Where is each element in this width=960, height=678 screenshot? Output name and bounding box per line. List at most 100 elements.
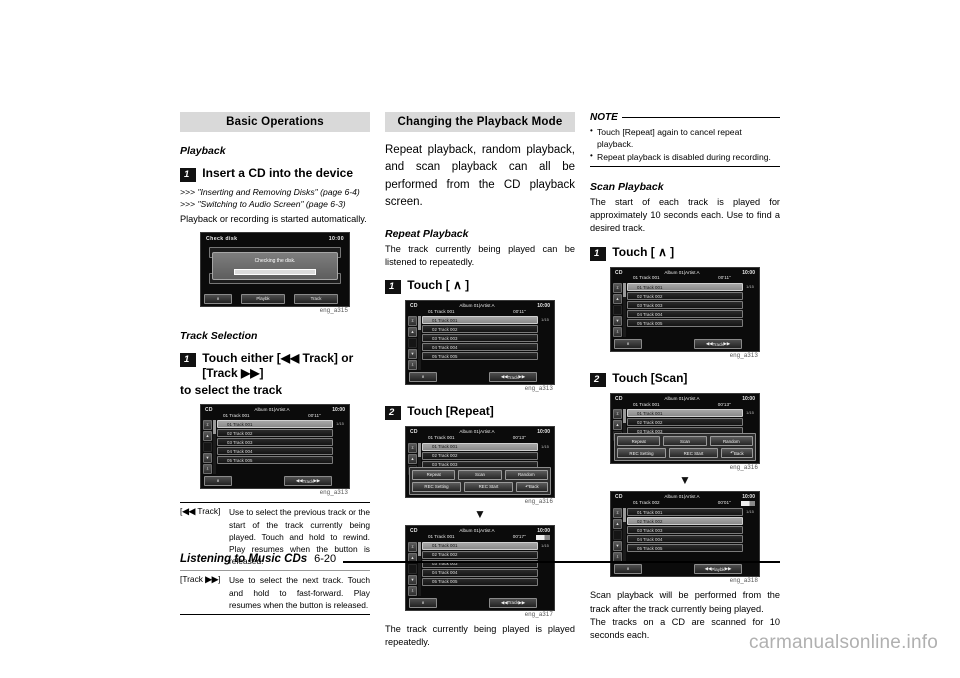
list-item: Repeat playback is disabled during recor… bbox=[590, 150, 780, 163]
list-item[interactable]: 05 Track 005 bbox=[422, 577, 538, 586]
scan-button[interactable]: Scan bbox=[663, 436, 707, 447]
back-button[interactable]: ↶ Back bbox=[516, 481, 548, 492]
list-item[interactable]: 04 Track 004 bbox=[217, 447, 333, 456]
list-item[interactable]: 03 Track 003 bbox=[627, 301, 743, 310]
list-item[interactable]: 05 Track 005 bbox=[422, 352, 538, 361]
list-item[interactable]: 02 Track 002 bbox=[217, 429, 333, 438]
up-button[interactable]: ∧ bbox=[614, 339, 642, 350]
scroll-top-button[interactable]: ⇫ bbox=[613, 409, 622, 420]
list-item[interactable]: 01 Track 001 bbox=[422, 316, 538, 325]
list-item[interactable]: 05 Track 005 bbox=[627, 544, 743, 553]
figure-caption: eng_a316 bbox=[524, 498, 553, 505]
scroll-top-button[interactable]: ⇫ bbox=[408, 316, 417, 327]
back-button[interactable]: ↶ Back bbox=[721, 448, 753, 459]
scroll-top-button[interactable]: ⇫ bbox=[408, 442, 417, 453]
playback-mode-panel: Repeat Scan Random REC Setting REC Start… bbox=[409, 466, 551, 495]
track-button[interactable]: Track bbox=[294, 293, 338, 304]
list-item[interactable]: 01 Track 001 bbox=[627, 508, 743, 517]
track-list: 01 Track 001 02 Track 002 03 Track 003 0… bbox=[627, 283, 743, 337]
playback-button[interactable]: ◀◀ Playbk ▶▶ bbox=[694, 564, 742, 575]
current-track-text: 01 Track 001 bbox=[633, 275, 660, 281]
screenshot-mode-menu-scan: CD Album 01|Artist A 01 Track 001 00’13’… bbox=[610, 393, 760, 471]
scroll-down-button[interactable]: ▼ bbox=[408, 574, 417, 585]
scroll-top-button[interactable]: ⇫ bbox=[203, 420, 212, 431]
scrollbar[interactable] bbox=[623, 283, 626, 338]
track-button[interactable]: ◀◀ Track ▶▶ bbox=[489, 597, 537, 608]
track-button[interactable]: ◀◀ Track ▶▶ bbox=[284, 476, 332, 487]
device-side-buttons: ⇫ ▲ ▼ ⇩ bbox=[408, 541, 417, 596]
list-item[interactable]: 01 Track 001 bbox=[217, 420, 333, 429]
list-item[interactable]: 05 Track 005 bbox=[627, 319, 743, 328]
list-item[interactable]: 02 Track 002 bbox=[627, 292, 743, 301]
device-screen-track-list: CD Album 01|Artist A 01 Track 001 00’11’… bbox=[200, 403, 350, 490]
list-item[interactable]: 04 Track 004 bbox=[627, 310, 743, 319]
scroll-up-button[interactable]: ▲ bbox=[613, 420, 622, 431]
scroll-top-button[interactable]: ⇫ bbox=[613, 283, 622, 294]
up-button[interactable]: ∧ bbox=[409, 597, 437, 608]
scroll-bottom-button[interactable]: ⇩ bbox=[203, 464, 212, 475]
scroll-down-button[interactable]: ▼ bbox=[613, 541, 622, 552]
rec-setting-button[interactable]: REC Setting bbox=[412, 481, 461, 492]
repeat-button[interactable]: Repeat bbox=[617, 436, 661, 447]
list-item[interactable]: 01 Track 001 bbox=[627, 409, 743, 418]
list-item[interactable]: 03 Track 003 bbox=[217, 438, 333, 447]
elapsed-time: 00’01’’ bbox=[717, 500, 731, 506]
random-button[interactable]: Random bbox=[709, 436, 753, 447]
list-item[interactable]: 01 Track 001 bbox=[422, 541, 538, 550]
step-number: 1 bbox=[385, 280, 402, 294]
scroll-up-button[interactable]: ▲ bbox=[408, 453, 417, 464]
list-item[interactable]: 02 Track 002 bbox=[422, 325, 538, 334]
step-number: 2 bbox=[590, 373, 607, 388]
scrollbar[interactable] bbox=[418, 541, 421, 596]
list-item[interactable]: 04 Track 004 bbox=[627, 535, 743, 544]
next-track-icon: ▶▶ bbox=[205, 574, 219, 585]
scroll-bottom-button[interactable]: ⇩ bbox=[408, 360, 417, 371]
up-button[interactable]: ∧ bbox=[614, 564, 642, 575]
rec-setting-button[interactable]: REC Setting bbox=[617, 448, 666, 459]
scroll-bottom-button[interactable]: ⇩ bbox=[408, 585, 417, 596]
repeat-button[interactable]: Repeat bbox=[412, 469, 456, 480]
list-item[interactable]: 02 Track 002 bbox=[627, 517, 743, 526]
list-item[interactable]: 01 Track 001 bbox=[627, 283, 743, 292]
scroll-down-button[interactable]: ▼ bbox=[203, 453, 212, 464]
list-item[interactable]: 04 Track 004 bbox=[422, 568, 538, 577]
list-item[interactable]: 03 Track 003 bbox=[627, 526, 743, 535]
scroll-up-button[interactable]: ▲ bbox=[613, 519, 622, 530]
scroll-up-button[interactable]: ▲ bbox=[613, 294, 622, 305]
scrollbar[interactable] bbox=[213, 420, 216, 475]
current-track-text: 01 Track 001 bbox=[428, 533, 455, 539]
scan-button[interactable]: Scan bbox=[458, 469, 502, 480]
scrollbar[interactable] bbox=[418, 316, 421, 371]
device-bottom-bar: ∧ ◀◀ Track ▶▶ bbox=[611, 338, 759, 351]
scroll-top-button[interactable]: ⇫ bbox=[613, 508, 622, 519]
scroll-up-button[interactable]: ▲ bbox=[203, 431, 212, 442]
device-clock-wrap: 10:00 bbox=[528, 528, 550, 540]
scroll-down-button[interactable]: ▼ bbox=[408, 349, 417, 360]
table-cell-key: [Track ▶▶] bbox=[180, 574, 221, 585]
track-button[interactable]: ◀◀ Track ▶▶ bbox=[489, 372, 537, 383]
list-item[interactable]: 04 Track 004 bbox=[422, 343, 538, 352]
device-header: CD Album 01|Artist A 01 Track 001 00’11’… bbox=[611, 268, 759, 282]
scroll-down-button[interactable]: ▼ bbox=[613, 316, 622, 327]
list-item[interactable]: 02 Track 002 bbox=[627, 418, 743, 427]
rec-start-button[interactable]: REC Start bbox=[464, 481, 513, 492]
track-list: 01 Track 001 02 Track 002 03 Track 003 0… bbox=[217, 420, 333, 474]
content-columns: Basic Operations Playback 1 Insert a CD … bbox=[180, 112, 780, 649]
step-touch-track: 1 Touch either [◀◀ Track] or [Track ▶▶] bbox=[180, 351, 370, 381]
random-button[interactable]: Random bbox=[504, 469, 548, 480]
up-button[interactable]: ∧ bbox=[204, 476, 232, 487]
checking-disk-dialog: Checking the disk. bbox=[212, 251, 338, 280]
scroll-top-button[interactable]: ⇫ bbox=[408, 541, 417, 552]
rec-start-button[interactable]: REC Start bbox=[669, 448, 718, 459]
playback-button[interactable]: Playbk bbox=[241, 293, 285, 304]
up-button[interactable]: ∧ bbox=[409, 372, 437, 383]
list-item[interactable]: 02 Track 002 bbox=[422, 451, 538, 460]
scroll-bottom-button[interactable]: ⇩ bbox=[613, 327, 622, 338]
device-bottom-bar: ∧ ◀◀ Track ▶▶ bbox=[406, 597, 554, 610]
up-button[interactable]: ∧ bbox=[204, 293, 232, 304]
list-item[interactable]: 03 Track 003 bbox=[422, 334, 538, 343]
list-item[interactable]: 05 Track 005 bbox=[217, 456, 333, 465]
track-button[interactable]: ◀◀ Track ▶▶ bbox=[694, 339, 742, 350]
list-item[interactable]: 01 Track 001 bbox=[422, 442, 538, 451]
scroll-up-button[interactable]: ▲ bbox=[408, 327, 417, 338]
